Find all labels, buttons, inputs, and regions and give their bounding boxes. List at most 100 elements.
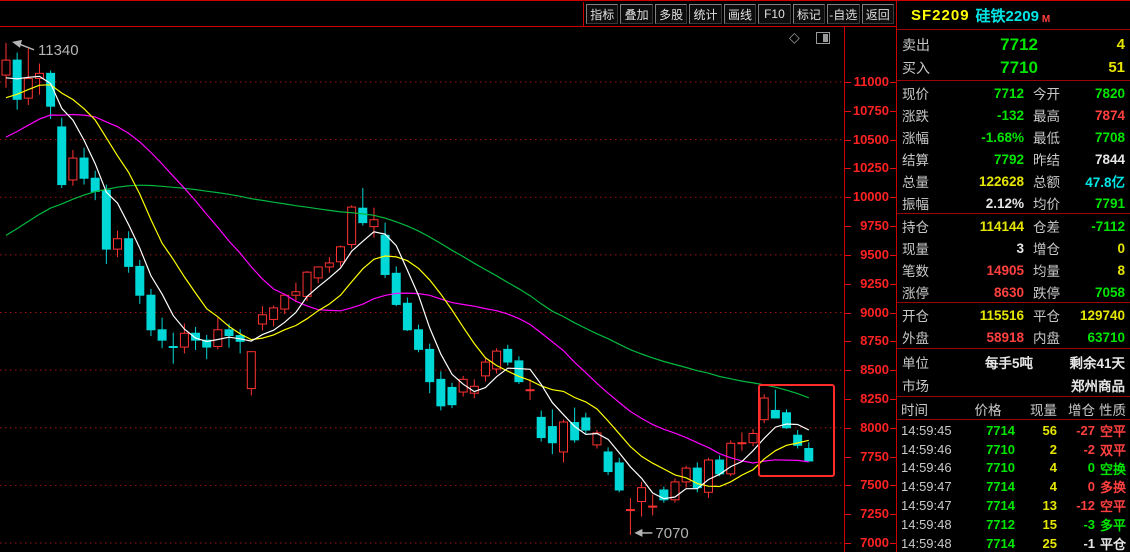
tape-time: 14:59:47 — [901, 498, 961, 513]
separator — [897, 348, 1130, 349]
ma-line-20 — [6, 115, 809, 464]
candle-body — [649, 506, 657, 507]
candle-body — [80, 158, 88, 178]
candlestick-chart[interactable]: 113407070 — [0, 27, 845, 552]
quote-value: 47.8亿 — [1077, 171, 1125, 191]
quote-panel: 卖出77124买入771051 现价7712今开7820涨跌-132最高7874… — [897, 30, 1130, 552]
contract-info-block: 单位每手5吨剩余41天市场郑州商品 — [897, 350, 1130, 396]
axis-tick — [845, 313, 851, 314]
quote-row: 外盘58918内盘63710 — [897, 326, 1130, 348]
tape-volume: 25 — [1015, 536, 1057, 551]
candle-body — [225, 330, 233, 336]
quote-row: 持仓114144仓差-7112 — [897, 215, 1130, 237]
quote-label: 内盘 — [1033, 327, 1077, 347]
quote-row: 现价7712今开7820 — [897, 82, 1130, 104]
axis-tick-label: 7250 — [849, 506, 889, 521]
candle-body — [136, 266, 144, 295]
candle-body — [783, 413, 791, 428]
candle-body — [526, 390, 534, 391]
tape-price: 7712 — [961, 517, 1015, 532]
quote-value: 7792 — [946, 152, 1024, 167]
candle-body — [638, 488, 646, 502]
toolbar-button-4[interactable]: 统计 — [689, 4, 721, 24]
tape-oi-change: -2 — [1057, 442, 1095, 457]
quote-value: 58918 — [946, 330, 1024, 345]
candle-body — [247, 352, 255, 389]
quote-value: -1.68% — [946, 130, 1024, 145]
period-badge: M — [1042, 14, 1050, 25]
toolbar-button-1[interactable]: 指标 — [586, 4, 618, 24]
axis-tick-label: 11000 — [849, 74, 889, 89]
price-axis: 1100010750105001025010000975095009250900… — [845, 27, 896, 552]
tape-row: 14:59:48771215-3多平 — [897, 515, 1130, 534]
order-book-row[interactable]: 卖出77124 — [897, 33, 1130, 56]
quote-row: 振幅2.12%均价7791 — [897, 192, 1130, 214]
quote-value: 0 — [1077, 241, 1125, 256]
tape-volume: 4 — [1015, 479, 1057, 494]
axis-tick-label: 7500 — [849, 477, 889, 492]
contract-info-row: 市场郑州商品 — [897, 373, 1130, 396]
time-and-sales[interactable]: 14:59:45771456-27空平14:59:4677102-2双平14:5… — [897, 421, 1130, 552]
quote-label: 今开 — [1033, 83, 1077, 103]
axis-tick — [845, 197, 851, 198]
quote-label: 涨幅 — [902, 127, 946, 147]
quote-label: 仓差 — [1033, 216, 1077, 236]
axis-tick — [845, 111, 851, 112]
axis-tick-label: 9250 — [849, 276, 889, 291]
axis-tick-label: 10000 — [849, 189, 889, 204]
axis-tick — [845, 255, 851, 256]
axis-tick — [845, 284, 851, 285]
quote-label: 振幅 — [902, 193, 946, 213]
candle-body — [359, 208, 367, 222]
quote-row: 开仓115516平仓129740 — [897, 304, 1130, 326]
toolbar-button-2[interactable]: 叠加 — [620, 4, 652, 24]
contract-title-bar: SF2209 硅铁2209 M — [897, 0, 1130, 30]
axis-tick — [845, 140, 851, 141]
quote-label: 持仓 — [902, 216, 946, 236]
info-label: 单位 — [902, 352, 946, 372]
candle-body — [91, 178, 99, 191]
toolbar-button-3[interactable]: 多股 — [655, 4, 687, 24]
quote-label: 涨跌 — [902, 105, 946, 125]
tape-column-header: 价格 — [961, 399, 1015, 419]
toolbar-button-6[interactable]: F10 — [758, 4, 790, 24]
candle-body — [560, 422, 568, 452]
tape-trade-type: 空换 — [1095, 459, 1126, 478]
tape-trade-type: 空平 — [1095, 496, 1126, 515]
quote-block-openclose: 开仓115516平仓129740外盘58918内盘63710 — [897, 304, 1130, 348]
high-arrowhead — [12, 40, 22, 48]
tape-price: 7714 — [961, 498, 1015, 513]
candle-body — [147, 295, 155, 330]
axis-tick — [845, 457, 851, 458]
quote-row: 结算7792昨结7844 — [897, 148, 1130, 170]
candle-body — [69, 158, 77, 180]
toolbar-button-9[interactable]: 返回 — [862, 4, 894, 24]
candle-body — [337, 247, 345, 262]
order-book-row[interactable]: 买入771051 — [897, 56, 1130, 79]
toolbar-button-7[interactable]: 标记 — [793, 4, 825, 24]
order-book-size: 51 — [1038, 59, 1125, 76]
candle-body — [704, 460, 712, 492]
quote-row: 现量3增仓0 — [897, 237, 1130, 259]
axis-tick-label: 7000 — [849, 535, 889, 550]
quote-label: 最低 — [1033, 127, 1077, 147]
tape-oi-change: -12 — [1057, 498, 1095, 513]
axis-tick — [845, 399, 851, 400]
tape-oi-change: -27 — [1057, 423, 1095, 438]
split-window-icon[interactable] — [816, 32, 830, 44]
quote-value: 114144 — [946, 219, 1024, 234]
quote-label: 现价 — [902, 83, 946, 103]
quote-value: 129740 — [1077, 308, 1125, 323]
diamond-icon[interactable]: ◇ — [789, 30, 800, 44]
toolbar-button-5[interactable]: 画线 — [724, 4, 756, 24]
axis-tick-label: 10750 — [849, 103, 889, 118]
info-value: 每手5吨 — [946, 352, 1033, 372]
candle-body — [158, 330, 166, 340]
candle-body — [114, 239, 122, 249]
tape-trade-type: 空平 — [1095, 421, 1126, 440]
axis-tick — [845, 168, 851, 169]
axis-tick-label: 8500 — [849, 362, 889, 377]
quote-label: 外盘 — [902, 327, 946, 347]
toolbar-button-8[interactable]: -自选 — [827, 4, 859, 24]
tape-price: 7710 — [961, 442, 1015, 457]
